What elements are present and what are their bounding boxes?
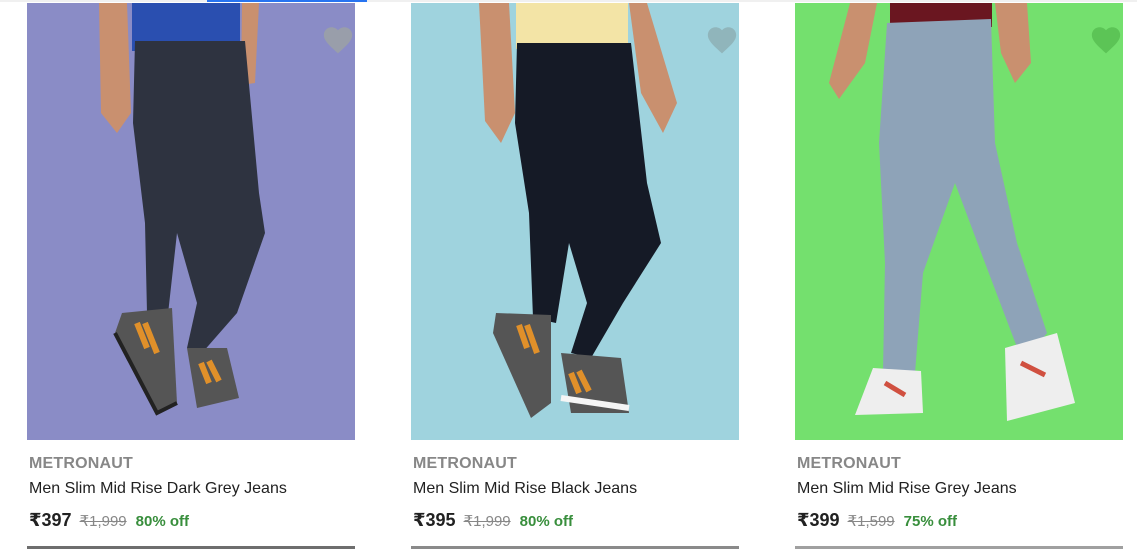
original-price: ₹1,999 — [463, 513, 511, 530]
brand-name: METRONAUT — [29, 455, 134, 472]
product-image[interactable] — [795, 3, 1123, 440]
discount-badge: 80% off — [135, 513, 189, 530]
original-price: ₹1,999 — [79, 513, 127, 530]
price-row: ₹397 ₹1,999 80% off — [29, 510, 189, 531]
selling-price: ₹399 — [797, 510, 840, 530]
product-image[interactable] — [27, 3, 355, 440]
wishlist-heart-icon[interactable] — [1089, 23, 1123, 57]
original-price: ₹1,599 — [847, 513, 895, 530]
top-divider — [0, 0, 1137, 2]
product-title[interactable]: Men Slim Mid Rise Dark Grey Jeans — [29, 480, 287, 498]
product-card[interactable]: METRONAUT Men Slim Mid Rise Black Jeans … — [411, 3, 739, 549]
price-row: ₹395 ₹1,999 80% off — [413, 510, 573, 531]
product-title[interactable]: Men Slim Mid Rise Grey Jeans — [797, 480, 1017, 498]
brand-name: METRONAUT — [413, 455, 518, 472]
selling-price: ₹395 — [413, 510, 456, 530]
wishlist-heart-icon[interactable] — [705, 23, 739, 57]
discount-badge: 80% off — [519, 513, 573, 530]
brand-name: METRONAUT — [797, 455, 902, 472]
product-title[interactable]: Men Slim Mid Rise Black Jeans — [413, 480, 637, 498]
price-row: ₹399 ₹1,599 75% off — [797, 510, 957, 531]
active-tab-indicator — [207, 0, 367, 2]
product-card[interactable]: METRONAUT Men Slim Mid Rise Dark Grey Je… — [27, 3, 355, 549]
discount-badge: 75% off — [903, 513, 957, 530]
product-image[interactable] — [411, 3, 739, 440]
wishlist-heart-icon[interactable] — [321, 23, 355, 57]
product-card[interactable]: METRONAUT Men Slim Mid Rise Grey Jeans ₹… — [795, 3, 1123, 549]
selling-price: ₹397 — [29, 510, 72, 530]
